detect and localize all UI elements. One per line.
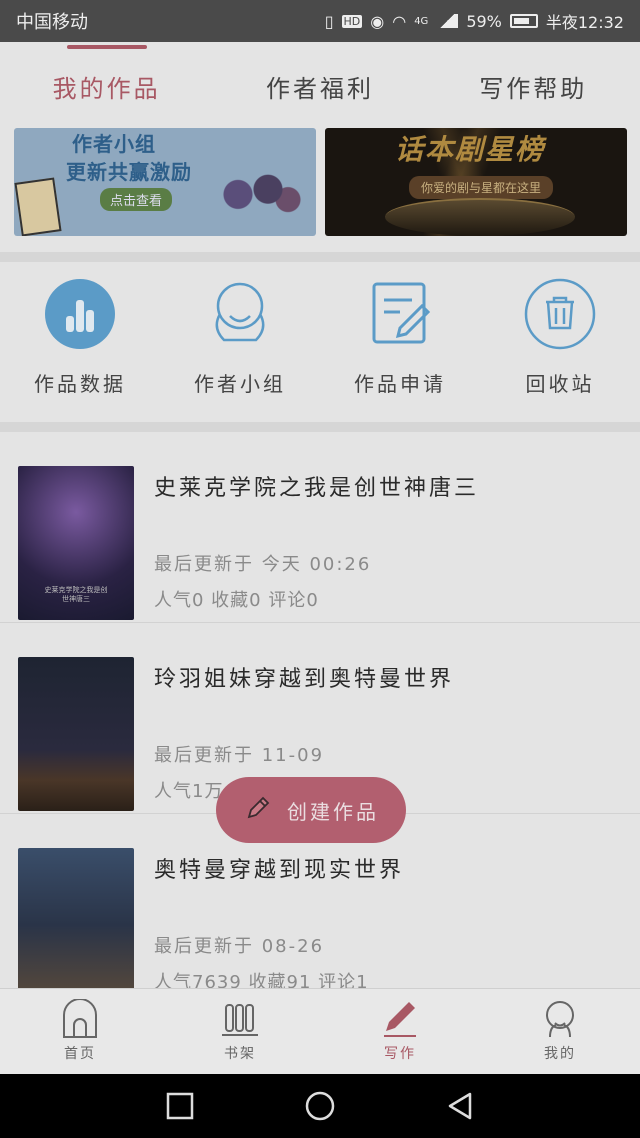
shortcut-recycle-bin[interactable]: 回收站 bbox=[480, 262, 640, 422]
last-updated: 最后更新于 11-09 bbox=[154, 745, 325, 766]
bookshelf-icon bbox=[222, 1004, 258, 1036]
star-ranking-banner[interactable]: 话本剧星榜 你爱的剧与星都在这里 bbox=[325, 128, 627, 236]
stage-illustration bbox=[385, 198, 575, 236]
top-tabs: 我的作品 作者福利 写作帮助 bbox=[0, 42, 640, 126]
work-stats: 人气1万 bbox=[154, 781, 224, 802]
tab-author-benefits[interactable]: 作者福利 bbox=[213, 65, 426, 104]
profile-icon bbox=[546, 1001, 574, 1038]
tab-my-works[interactable]: 我的作品 bbox=[0, 44, 213, 104]
last-updated: 最后更新于 08-26 bbox=[154, 936, 325, 957]
carrier-label: 中国移动 bbox=[16, 12, 88, 33]
section-divider bbox=[0, 252, 640, 262]
tab-write[interactable]: 写作 bbox=[320, 989, 480, 1075]
shortcut-label: 作者小组 bbox=[194, 372, 286, 396]
tab-home[interactable]: 首页 bbox=[0, 989, 160, 1075]
view-details-button[interactable]: 点击查看 bbox=[100, 188, 173, 211]
edit-document-icon bbox=[364, 278, 436, 350]
circle-icon bbox=[305, 1091, 335, 1121]
tab-label: 书架 bbox=[224, 1046, 256, 1062]
work-stats: 人气7639 收藏91 评论1 bbox=[154, 972, 369, 988]
work-stats: 人气0 收藏0 评论0 bbox=[154, 590, 319, 611]
bottom-tab-bar: 首页 书架 写作 我的 bbox=[0, 988, 640, 1075]
tab-bookshelf[interactable]: 书架 bbox=[160, 989, 320, 1075]
tab-label: 写作 bbox=[384, 1046, 416, 1062]
book-cover bbox=[18, 657, 134, 811]
tab-profile[interactable]: 我的 bbox=[480, 989, 640, 1075]
author-group-banner[interactable]: 作者小组 更新共赢激励 点击查看 bbox=[14, 128, 316, 236]
shortcut-work-application[interactable]: 作品申请 bbox=[320, 262, 480, 422]
last-updated: 最后更新于 今天 00:26 bbox=[154, 554, 372, 575]
banner-line2: 更新共赢激励 bbox=[66, 160, 192, 184]
create-work-label: 创建作品 bbox=[287, 799, 379, 824]
wifi-icon: ◠ bbox=[392, 11, 407, 31]
cover-title: 史莱克学院之我是创世神唐三 bbox=[44, 586, 108, 603]
tab-label: 我的 bbox=[544, 1046, 576, 1062]
banner-subtitle: 你爱的剧与星都在这里 bbox=[409, 176, 554, 199]
book-cover bbox=[18, 848, 134, 988]
shortcut-label: 回收站 bbox=[525, 372, 595, 396]
signal-icon bbox=[436, 14, 459, 28]
network-label: 4G bbox=[414, 15, 429, 27]
banner-line1: 作者小组 bbox=[72, 132, 156, 156]
square-icon bbox=[166, 1092, 194, 1120]
document-illustration bbox=[14, 177, 62, 236]
battery-percent: 59% bbox=[466, 11, 502, 31]
recent-apps-button[interactable] bbox=[162, 1088, 198, 1124]
hd-badge: HD bbox=[341, 14, 363, 28]
section-divider bbox=[0, 422, 640, 432]
eye-icon: ◉ bbox=[370, 11, 385, 31]
work-title: 史莱克学院之我是创世神唐三 bbox=[154, 476, 480, 501]
tab-writing-help[interactable]: 写作帮助 bbox=[427, 65, 640, 104]
clock: 半夜12:32 bbox=[545, 13, 624, 32]
status-icons: ▯ HD ◉ ◠ 4G 59% 半夜12:32 bbox=[325, 9, 624, 33]
shortcut-label: 作品数据 bbox=[34, 372, 126, 396]
shortcut-grid: 作品数据 作者小组 作品申请 回收站 bbox=[0, 262, 640, 422]
status-bar: 中国移动 ▯ HD ◉ ◠ 4G 59% 半夜12:32 bbox=[0, 0, 640, 42]
back-triangle-icon bbox=[448, 1092, 472, 1120]
create-work-button[interactable]: 创建作品 bbox=[216, 777, 406, 843]
back-button[interactable] bbox=[442, 1088, 478, 1124]
work-title: 玲羽姐妹穿越到奥特曼世界 bbox=[154, 667, 455, 692]
vibrate-icon: ▯ bbox=[324, 11, 334, 31]
works-list: 史莱克学院之我是创世神唐三 史莱克学院之我是创世神唐三 最后更新于 今天 00:… bbox=[0, 432, 640, 988]
home-icon bbox=[63, 999, 97, 1038]
home-button[interactable] bbox=[302, 1088, 338, 1124]
shortcut-author-group[interactable]: 作者小组 bbox=[160, 262, 320, 422]
banner-carousel: 作者小组 更新共赢激励 点击查看 话本剧星榜 你爱的剧与星都在这里 bbox=[0, 126, 640, 252]
trash-icon bbox=[524, 278, 596, 350]
tab-label: 首页 bbox=[64, 1046, 96, 1062]
banner-title: 话本剧星榜 bbox=[395, 133, 546, 166]
work-title: 奥特曼穿越到现实世界 bbox=[154, 858, 405, 883]
group-icon bbox=[204, 278, 276, 350]
list-item[interactable]: 史莱克学院之我是创世神唐三 史莱克学院之我是创世神唐三 最后更新于 今天 00:… bbox=[0, 432, 640, 623]
shortcut-work-data[interactable]: 作品数据 bbox=[0, 262, 160, 422]
kids-illustration bbox=[208, 132, 308, 236]
system-nav-bar bbox=[0, 1074, 640, 1138]
book-cover: 史莱克学院之我是创世神唐三 bbox=[18, 466, 134, 620]
pencil-icon bbox=[243, 793, 273, 828]
shortcut-label: 作品申请 bbox=[354, 372, 446, 396]
pen-icon bbox=[384, 1002, 416, 1037]
battery-icon bbox=[509, 14, 538, 28]
bar-chart-icon bbox=[44, 278, 116, 350]
